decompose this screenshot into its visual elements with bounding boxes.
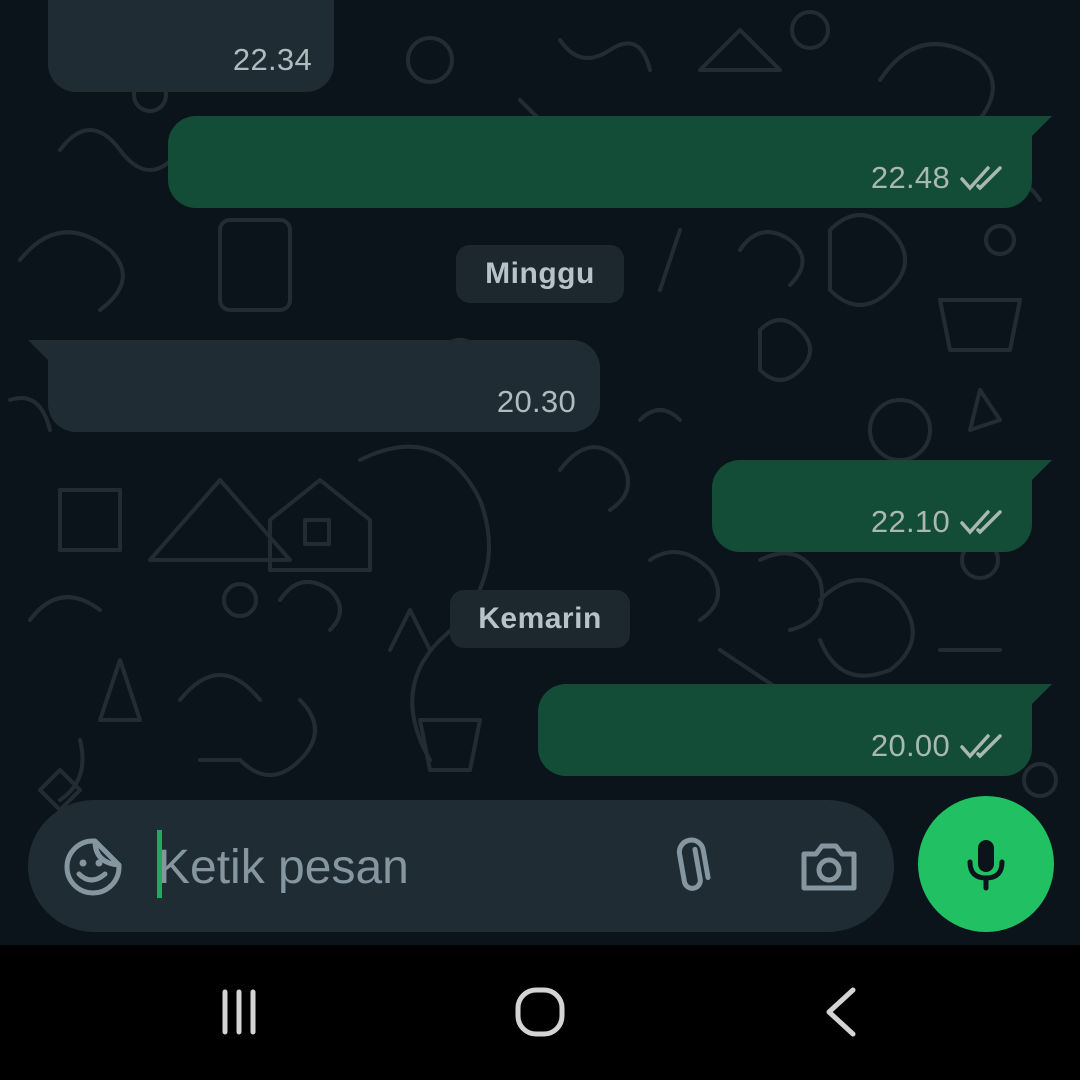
sticker-icon[interactable] — [62, 836, 124, 898]
day-separator: Kemarin — [450, 590, 630, 648]
message-composer — [28, 800, 894, 932]
bubble-tail — [1028, 460, 1052, 484]
message-input[interactable] — [156, 830, 640, 904]
message-bubble-outgoing[interactable]: 20.00 — [538, 684, 1052, 776]
double-check-icon — [960, 510, 1002, 535]
recents-icon — [222, 989, 256, 1035]
message-meta: 22.10 — [871, 504, 1008, 540]
recents-button[interactable] — [204, 981, 274, 1043]
voice-record-button[interactable] — [918, 796, 1054, 932]
microphone-icon — [967, 840, 1005, 891]
paperclip-icon[interactable] — [662, 836, 724, 898]
system-navigation-bar — [0, 945, 1080, 1080]
chat-area[interactable]: 22.34 22.48 Minggu 20.30 22.10 Kemarin 2… — [0, 0, 1080, 945]
message-bubble-incoming[interactable]: 20.30 — [28, 340, 600, 432]
message-meta: 20.00 — [871, 728, 1008, 764]
camera-icon[interactable] — [798, 836, 860, 898]
back-button[interactable] — [806, 981, 876, 1043]
message-time: 22.34 — [232, 42, 312, 77]
double-check-icon — [960, 734, 1002, 759]
day-separator-label: Minggu — [485, 257, 595, 290]
message-bubble-outgoing[interactable]: 22.10 — [712, 460, 1052, 552]
message-time: 20.00 — [870, 728, 950, 763]
day-separator-label: Kemarin — [478, 602, 602, 635]
bubble-tail — [28, 340, 52, 364]
bubble-tail — [1028, 116, 1052, 140]
message-time: 22.48 — [870, 160, 950, 195]
home-icon — [515, 987, 565, 1037]
back-icon — [826, 987, 856, 1037]
message-time: 22.10 — [870, 504, 950, 539]
message-time: 20.30 — [496, 384, 576, 419]
double-check-icon — [960, 166, 1002, 191]
home-button[interactable] — [505, 981, 575, 1043]
bubble-tail — [1028, 684, 1052, 708]
message-meta: 20.30 — [497, 384, 576, 420]
message-meta: 22.34 — [233, 42, 312, 78]
message-meta: 22.48 — [871, 160, 1008, 196]
text-cursor — [157, 830, 162, 898]
message-bubble-outgoing[interactable]: 22.48 — [168, 116, 1052, 208]
day-separator: Minggu — [456, 245, 624, 303]
message-bubble-incoming[interactable]: 22.34 — [48, 0, 334, 92]
